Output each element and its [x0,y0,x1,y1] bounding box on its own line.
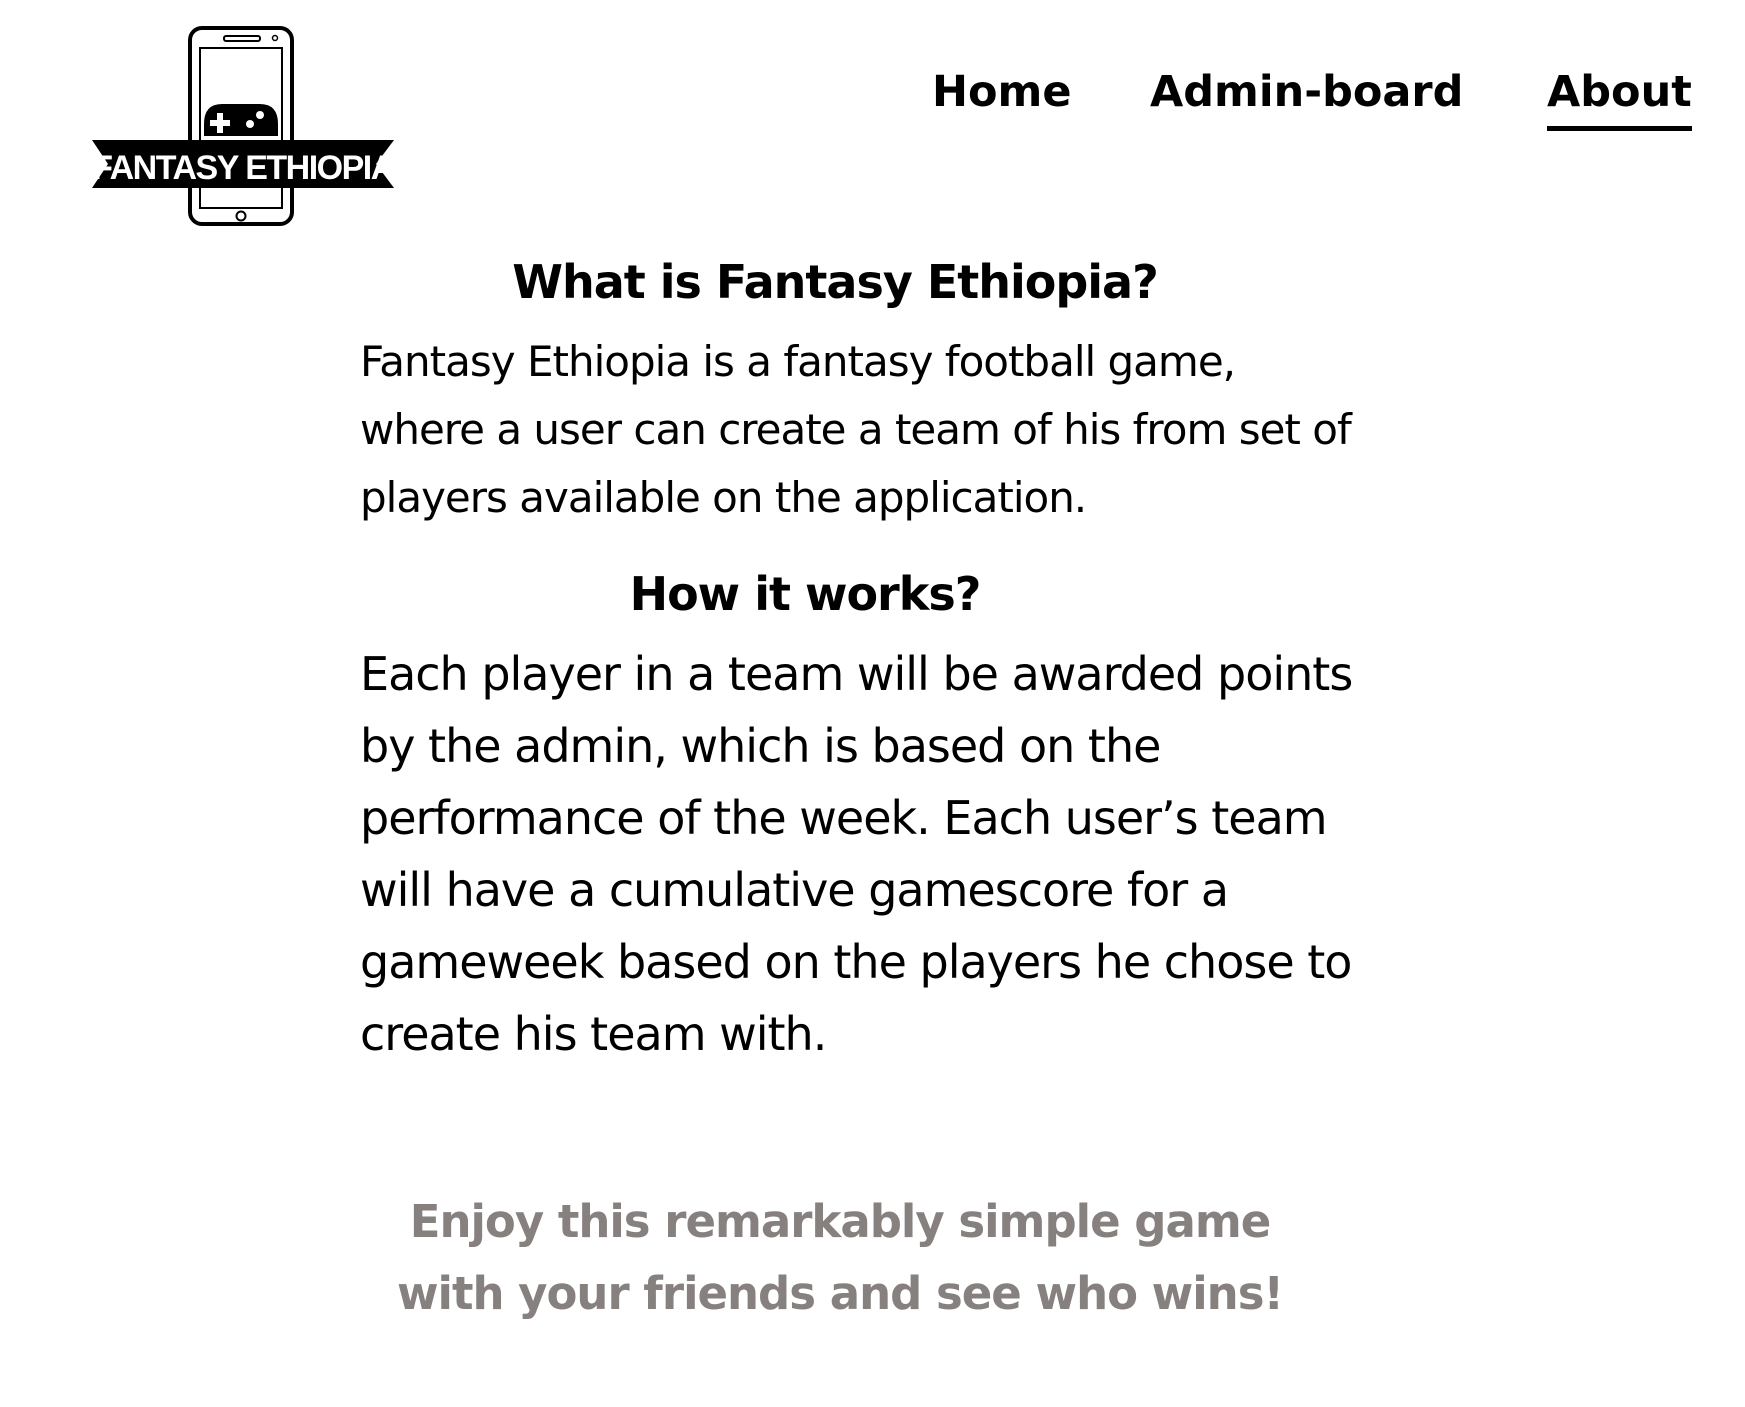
how-it-works-heading: How it works? [629,567,982,621]
main-nav: Home Admin-board About [900,62,1700,142]
logo-text: FANTASY ETHIOPIA [92,149,394,187]
what-is-paragraph: Fantasy Ethiopia is a fantasy football g… [360,337,1352,522]
what-is-heading: What is Fantasy Ethiopia? [512,255,1159,309]
nav-admin-board-link[interactable]: Admin-board [1150,62,1463,122]
nav-about-link-active[interactable]: About [1547,62,1692,131]
logo[interactable]: FANTASY ETHIOPIA [92,26,394,226]
how-it-works-paragraph: Each player in a team will be awarded po… [360,647,1353,1061]
tagline: Enjoy this remarkably simple game with y… [396,1195,1284,1320]
phone-gamepad-logo-icon: FANTASY ETHIOPIA [92,26,394,226]
nav-home-link[interactable]: Home [932,62,1072,122]
